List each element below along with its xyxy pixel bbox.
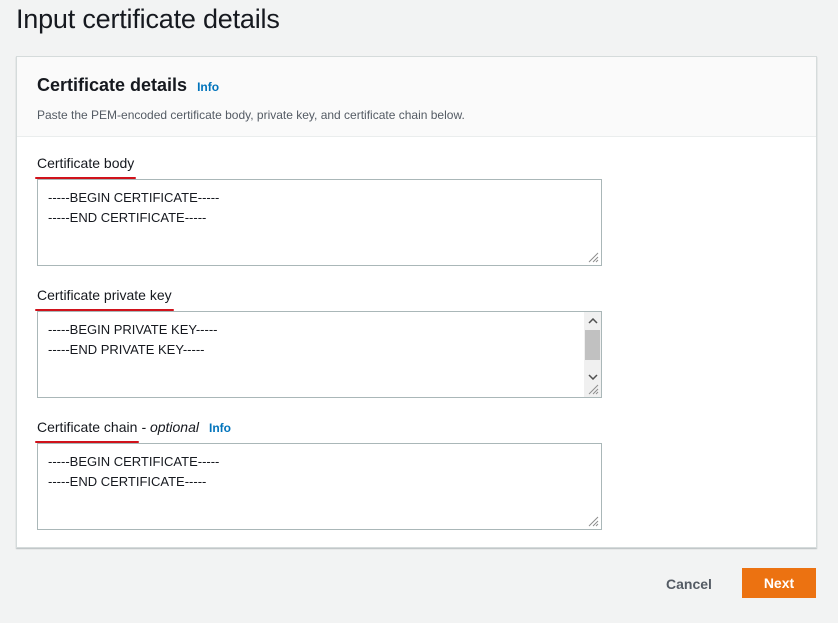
- certificate-chain-textarea[interactable]: -----BEGIN CERTIFICATE----- -----END CER…: [37, 443, 602, 530]
- certificate-private-key-field: Certificate private key -----BEGIN PRIVA…: [35, 285, 602, 398]
- certificate-private-key-textarea[interactable]: -----BEGIN PRIVATE KEY----- -----END PRI…: [37, 311, 602, 398]
- certificate-chain-label-text: Certificate chain: [35, 417, 140, 443]
- textarea-line: -----BEGIN CERTIFICATE-----: [48, 190, 220, 205]
- certificate-body-label: Certificate body: [35, 153, 602, 179]
- panel-title: Certificate details: [37, 75, 188, 95]
- panel-title-row: Certificate details Info: [37, 75, 816, 96]
- panel-header: Certificate details Info Paste the PEM-e…: [17, 57, 816, 137]
- resize-grip-icon[interactable]: [587, 515, 599, 527]
- certificate-private-key-label-value: Certificate private key: [37, 287, 172, 303]
- optional-tag: - optional: [141, 419, 199, 435]
- certificate-private-key-label: Certificate private key: [35, 285, 602, 311]
- resize-grip-icon[interactable]: [587, 383, 599, 395]
- certificate-chain-field: Certificate chain - optional Info -----B…: [35, 417, 602, 530]
- textarea-line: -----BEGIN PRIVATE KEY-----: [48, 322, 218, 337]
- next-button[interactable]: Next: [742, 568, 816, 598]
- textarea-line: -----END CERTIFICATE-----: [48, 210, 207, 225]
- certificate-details-panel: Certificate details Info Paste the PEM-e…: [16, 56, 817, 548]
- panel-description: Paste the PEM-encoded certificate body, …: [37, 108, 465, 122]
- certificate-body-label-text: Certificate body: [35, 153, 137, 179]
- certificate-body-field: Certificate body -----BEGIN CERTIFICATE-…: [35, 153, 602, 266]
- certificate-chain-label: Certificate chain - optional Info: [35, 417, 602, 443]
- chevron-up-icon[interactable]: [584, 312, 601, 329]
- certificate-body-textarea[interactable]: -----BEGIN CERTIFICATE----- -----END CER…: [37, 179, 602, 266]
- cancel-button[interactable]: Cancel: [648, 569, 730, 599]
- certificate-private-key-label-text: Certificate private key: [35, 285, 174, 311]
- certificate-chain-label-value: Certificate chain: [37, 419, 138, 435]
- resize-grip-icon[interactable]: [587, 251, 599, 263]
- scrollbar-thumb[interactable]: [585, 330, 600, 360]
- page-title: Input certificate details: [16, 4, 280, 34]
- textarea-line: -----BEGIN CERTIFICATE-----: [48, 454, 220, 469]
- textarea-line: -----END CERTIFICATE-----: [48, 474, 207, 489]
- certificate-body-label-value: Certificate body: [37, 155, 135, 171]
- panel-info-link[interactable]: Info: [197, 80, 219, 94]
- textarea-line: -----END PRIVATE KEY-----: [48, 342, 205, 357]
- certificate-chain-info-link[interactable]: Info: [209, 418, 231, 438]
